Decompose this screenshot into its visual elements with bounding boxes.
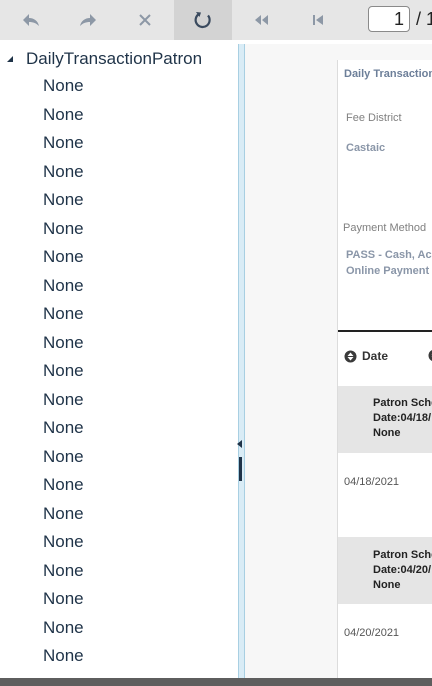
tree-item[interactable]: None <box>43 475 84 504</box>
back-icon <box>22 14 39 26</box>
date-column-header[interactable]: Date <box>344 349 388 363</box>
previous-page-icon <box>312 15 323 25</box>
payment-method-label: Payment Method <box>343 222 427 234</box>
fee-district-value: Castaic <box>346 142 386 154</box>
back-button[interactable] <box>3 0 58 40</box>
tree-item[interactable]: None <box>43 219 84 248</box>
tree-root[interactable]: DailyTransactionPatron <box>6 48 202 70</box>
tree-item[interactable]: None <box>43 76 84 105</box>
first-page-icon <box>254 15 268 25</box>
sort-icon[interactable] <box>428 349 432 362</box>
tree-root-label[interactable]: DailyTransactionPatron <box>26 49 202 69</box>
payment-method-value-line1: PASS - Cash, Acc <box>346 249 432 261</box>
splitter-grip[interactable] <box>239 457 242 481</box>
date-cell: 04/18/2021 <box>344 476 400 488</box>
previous-page-button[interactable] <box>290 0 345 40</box>
tree-item[interactable]: None <box>43 247 84 276</box>
horizontal-scrollbar[interactable] <box>0 678 432 686</box>
tree-item[interactable]: None <box>43 504 84 533</box>
document-map-panel: DailyTransactionPatron None None None No… <box>0 44 238 678</box>
tree-item[interactable]: None <box>43 276 84 305</box>
forward-button[interactable] <box>60 0 115 40</box>
refresh-icon <box>194 12 211 29</box>
page-total: / 1 <box>416 9 432 29</box>
group-header-row: Patron Sche Date:04/20/ None <box>338 537 432 604</box>
tree-item[interactable]: None <box>43 618 84 647</box>
stop-button[interactable] <box>117 0 172 40</box>
tree-item[interactable]: None <box>43 589 84 618</box>
refresh-button[interactable] <box>174 0 232 40</box>
collapse-panel-icon[interactable] <box>237 440 242 448</box>
tree-item[interactable]: None <box>43 133 84 162</box>
group-header-text: Patron Sche Date:04/18/ None <box>373 397 432 439</box>
report-page: Daily Transaction Fee District Castaic P… <box>337 60 432 680</box>
tree-item[interactable]: None <box>43 304 84 333</box>
tree-items: None None None None None None None None … <box>43 76 84 675</box>
group-header-text: Patron Sche Date:04/20/ None <box>373 549 432 591</box>
tree-item[interactable]: None <box>43 105 84 134</box>
tree-item[interactable]: None <box>43 162 84 191</box>
tree-item[interactable]: None <box>43 447 84 476</box>
page-number-input[interactable]: 1 <box>368 6 410 32</box>
section-divider <box>338 330 432 332</box>
panel-splitter[interactable] <box>238 44 245 678</box>
fee-district-label: Fee District <box>346 112 402 124</box>
viewer-toolbar: 1 / 1 <box>0 0 432 40</box>
stop-icon <box>138 14 151 26</box>
sort-icon[interactable] <box>344 350 357 363</box>
tree-item[interactable]: None <box>43 561 84 590</box>
tree-item[interactable]: None <box>43 390 84 419</box>
tree-item[interactable]: None <box>43 361 84 390</box>
tree-item[interactable]: None <box>43 646 84 675</box>
date-cell: 04/20/2021 <box>344 627 400 639</box>
tree-item[interactable]: None <box>43 190 84 219</box>
tree-item[interactable]: None <box>43 418 84 447</box>
report-title: Daily Transaction <box>344 68 432 80</box>
payment-method-value-line2: Online Payment <box>346 265 430 277</box>
tree-item[interactable]: None <box>43 333 84 362</box>
first-page-button[interactable] <box>233 0 288 40</box>
forward-icon <box>79 14 96 26</box>
group-header-row: Patron Sche Date:04/18/ None <box>338 386 432 453</box>
collapse-triangle-icon[interactable] <box>6 55 14 63</box>
date-column-label[interactable]: Date <box>362 349 388 363</box>
tree-item[interactable]: None <box>43 532 84 561</box>
